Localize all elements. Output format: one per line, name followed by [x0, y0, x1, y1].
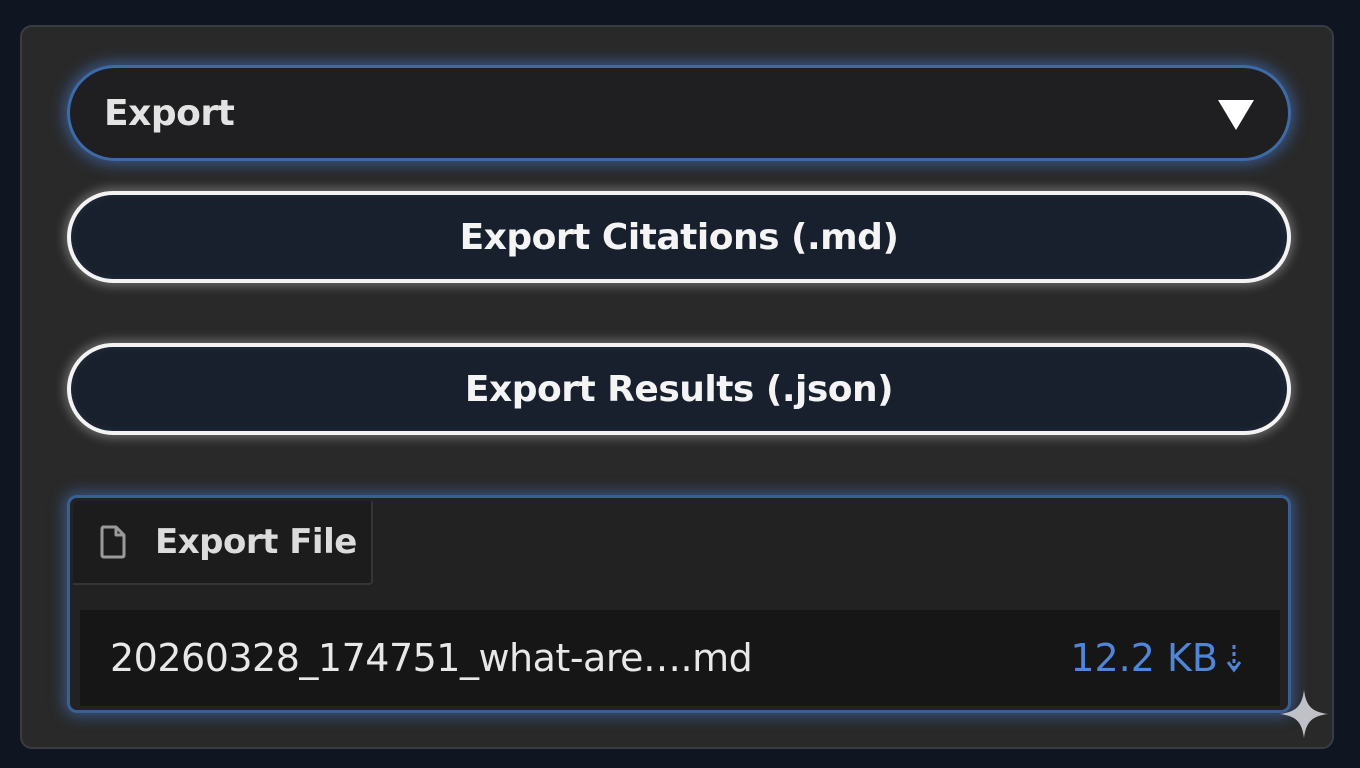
- file-icon: [100, 525, 126, 559]
- caret-down-icon: [1218, 100, 1254, 130]
- download-icon: [1226, 645, 1242, 673]
- file-download-row[interactable]: 20260328_174751_what-are….md 12.2 KB: [80, 610, 1280, 706]
- file-name[interactable]: 20260328_174751_what-are….md: [110, 636, 753, 680]
- export-panel: Export Export Citations (.md) Export Res…: [20, 25, 1334, 749]
- accordion-label: Export: [104, 92, 235, 134]
- file-tab-label: Export File: [155, 522, 357, 562]
- export-accordion-header[interactable]: Export: [67, 65, 1291, 161]
- export-file-tab: Export File: [73, 501, 373, 585]
- file-size-link[interactable]: 12.2 KB: [1070, 636, 1242, 680]
- sparkle-icon: [1280, 690, 1328, 738]
- export-results-button[interactable]: Export Results (.json): [67, 343, 1291, 435]
- export-citations-button[interactable]: Export Citations (.md): [67, 191, 1291, 283]
- export-file-component: Export File 20260328_174751_what-are….md…: [67, 495, 1291, 713]
- file-size: 12.2 KB: [1070, 636, 1218, 680]
